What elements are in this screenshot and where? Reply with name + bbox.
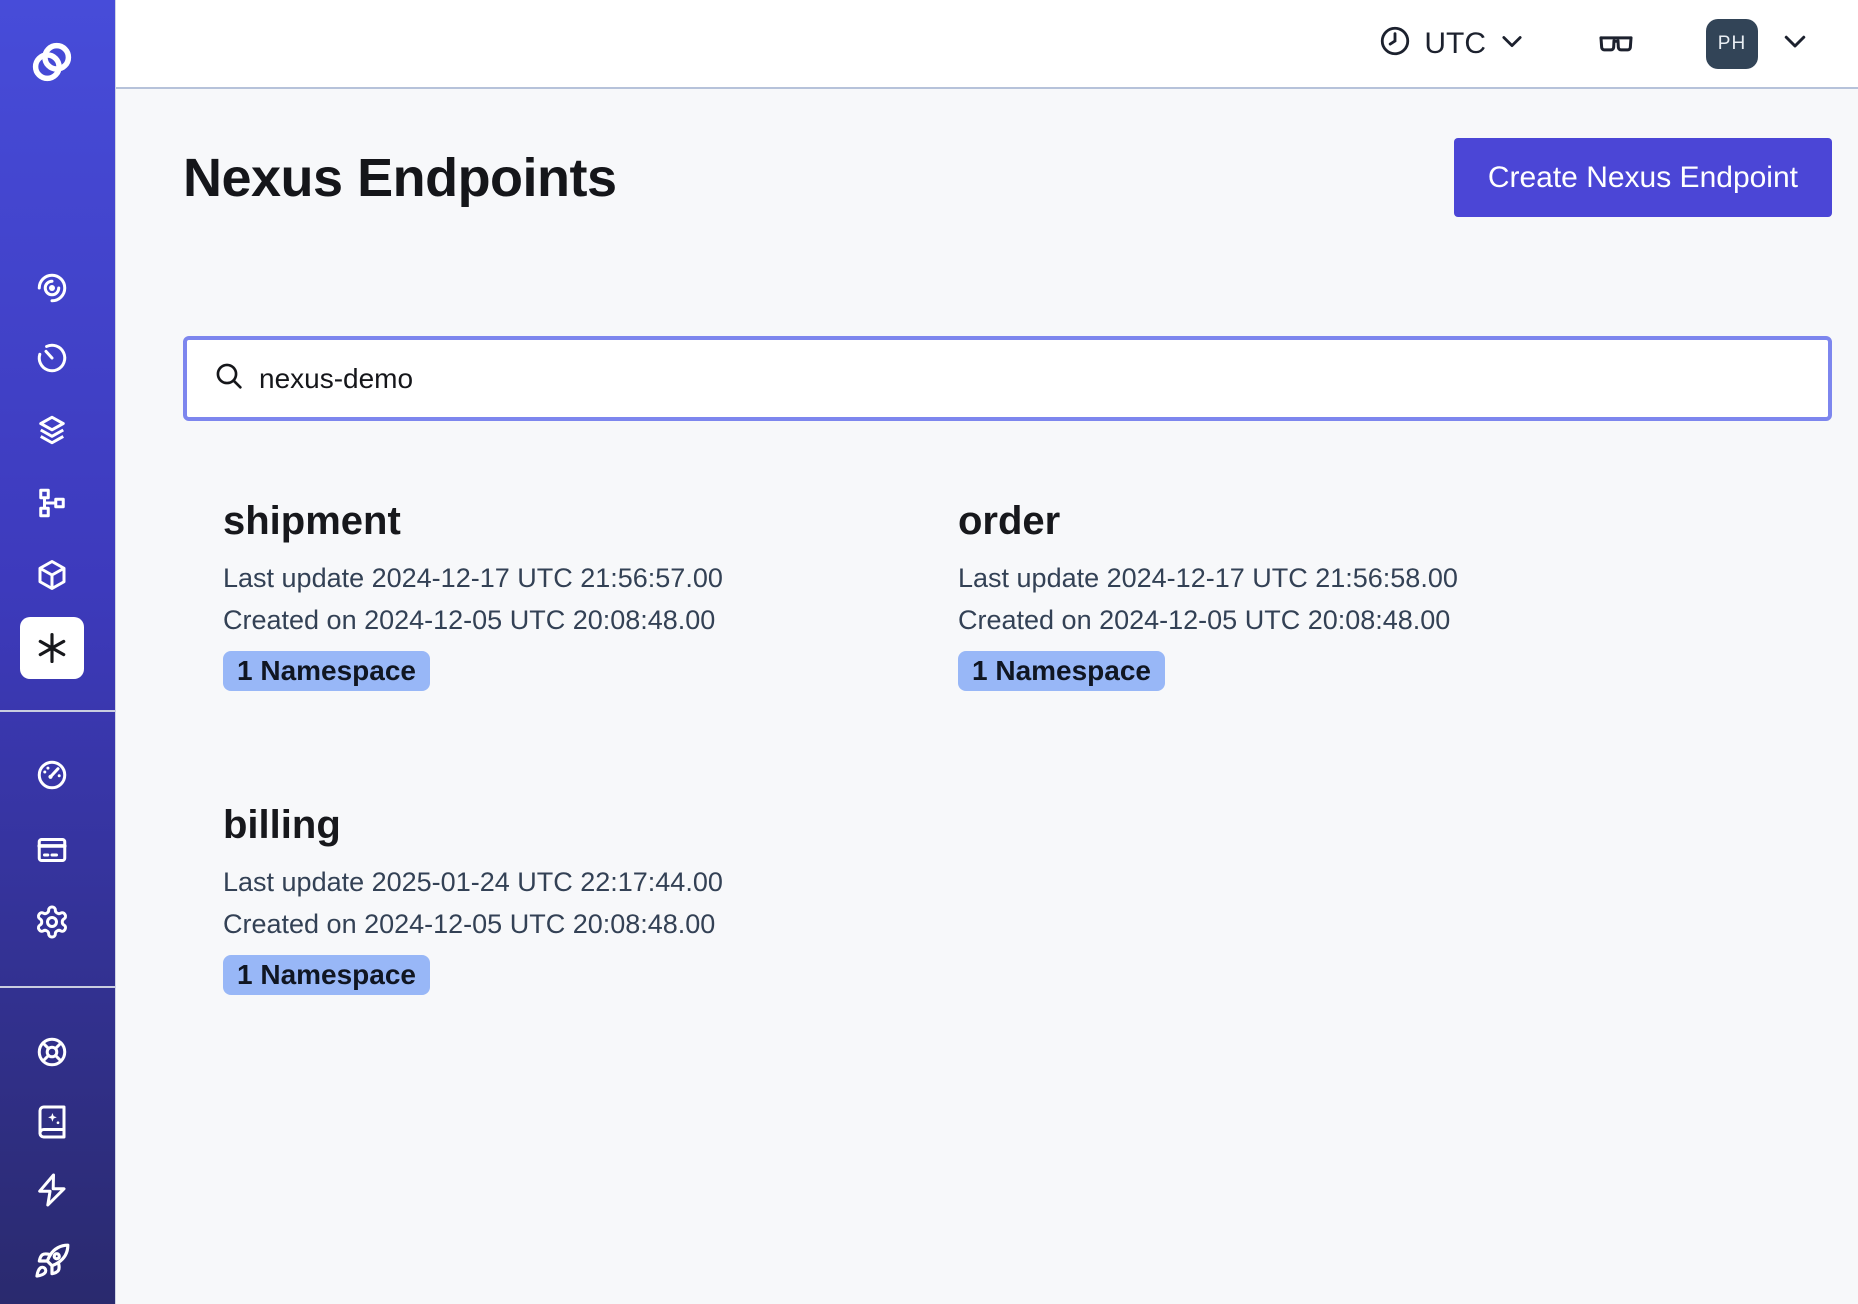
search-input[interactable] <box>259 363 1808 395</box>
card-icon[interactable] <box>24 822 80 878</box>
page-title: Nexus Endpoints <box>183 147 617 209</box>
avatar[interactable]: PH <box>1706 19 1758 69</box>
clock-icon <box>1378 24 1412 63</box>
endpoint-last-update: Last update 2025-01-24 UTC 22:17:44.00 <box>223 861 918 903</box>
sidebar-divider <box>0 986 116 988</box>
lightning-icon[interactable] <box>24 1162 80 1218</box>
endpoint-list: shipment Last update 2024-12-17 UTC 21:5… <box>183 497 1832 995</box>
namespace-badge: 1 Namespace <box>223 955 430 995</box>
glasses-icon[interactable] <box>1596 24 1636 64</box>
namespace-badge: 1 Namespace <box>223 651 430 691</box>
create-nexus-endpoint-button[interactable]: Create Nexus Endpoint <box>1454 138 1832 217</box>
sidebar <box>0 0 116 1304</box>
spiral-icon[interactable] <box>24 260 80 316</box>
sidebar-divider <box>0 710 116 712</box>
branch-graph-icon[interactable] <box>24 475 80 531</box>
endpoint-card-order[interactable]: order Last update 2024-12-17 UTC 21:56:5… <box>918 497 1832 691</box>
endpoint-created: Created on 2024-12-05 UTC 20:08:48.00 <box>958 599 1832 641</box>
namespace-badge: 1 Namespace <box>958 651 1165 691</box>
endpoint-created: Created on 2024-12-05 UTC 20:08:48.00 <box>223 599 918 641</box>
endpoint-name[interactable]: shipment <box>223 497 918 545</box>
topbar: UTC PH <box>116 0 1858 89</box>
timer-icon[interactable] <box>24 330 80 386</box>
timezone-label: UTC <box>1424 27 1486 61</box>
book-sparkle-icon[interactable] <box>24 1094 80 1150</box>
gauge-icon[interactable] <box>24 747 80 803</box>
cube-icon[interactable] <box>24 547 80 603</box>
endpoint-card-shipment[interactable]: shipment Last update 2024-12-17 UTC 21:5… <box>183 497 918 691</box>
asterisk-icon[interactable] <box>20 617 84 679</box>
rocket-icon[interactable] <box>24 1233 80 1289</box>
endpoint-name[interactable]: billing <box>223 801 918 849</box>
app-window: UTC PH N <box>0 0 1858 1304</box>
temporal-logo[interactable] <box>24 34 80 90</box>
endpoint-name[interactable]: order <box>958 497 1832 545</box>
endpoint-card-billing[interactable]: billing Last update 2025-01-24 UTC 22:17… <box>183 801 918 995</box>
main-content: Nexus Endpoints Create Nexus Endpoint sh… <box>116 89 1858 1304</box>
endpoint-last-update: Last update 2024-12-17 UTC 21:56:57.00 <box>223 557 918 599</box>
chevron-down-icon <box>1498 27 1526 60</box>
layers-icon[interactable] <box>24 402 80 458</box>
user-menu[interactable]: PH <box>1706 19 1810 69</box>
search-bar[interactable] <box>183 336 1832 421</box>
endpoint-created: Created on 2024-12-05 UTC 20:08:48.00 <box>223 903 918 945</box>
gear-icon[interactable] <box>24 894 80 950</box>
chevron-down-icon <box>1780 26 1810 61</box>
search-icon <box>213 360 245 397</box>
timezone-selector[interactable]: UTC <box>1378 24 1526 63</box>
endpoint-last-update: Last update 2024-12-17 UTC 21:56:58.00 <box>958 557 1832 599</box>
life-ring-icon[interactable] <box>24 1024 80 1080</box>
